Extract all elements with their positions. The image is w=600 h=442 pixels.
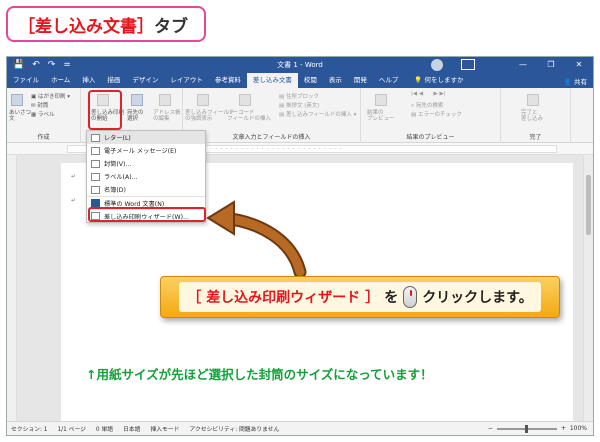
paper-size-note: ↑用紙サイズが先ほど選択した封筒のサイズになっています！ [86, 367, 433, 382]
callout-particle: を [384, 290, 399, 306]
instruction-box: ［ 差し込み印刷ウィザード ］ を クリックします。 [179, 282, 541, 312]
callout-target: 差し込み印刷ウィザード [206, 290, 361, 306]
mouse-icon [403, 286, 418, 308]
callout-action: クリックします。 [422, 290, 533, 306]
callout-bracket-close: ］ [365, 290, 380, 306]
pointer-arrow-head [206, 200, 235, 236]
instruction-callout: ［ 差し込み印刷ウィザード ］ を クリックします。 [160, 276, 560, 318]
callout-bracket-open: ［ [187, 290, 202, 306]
